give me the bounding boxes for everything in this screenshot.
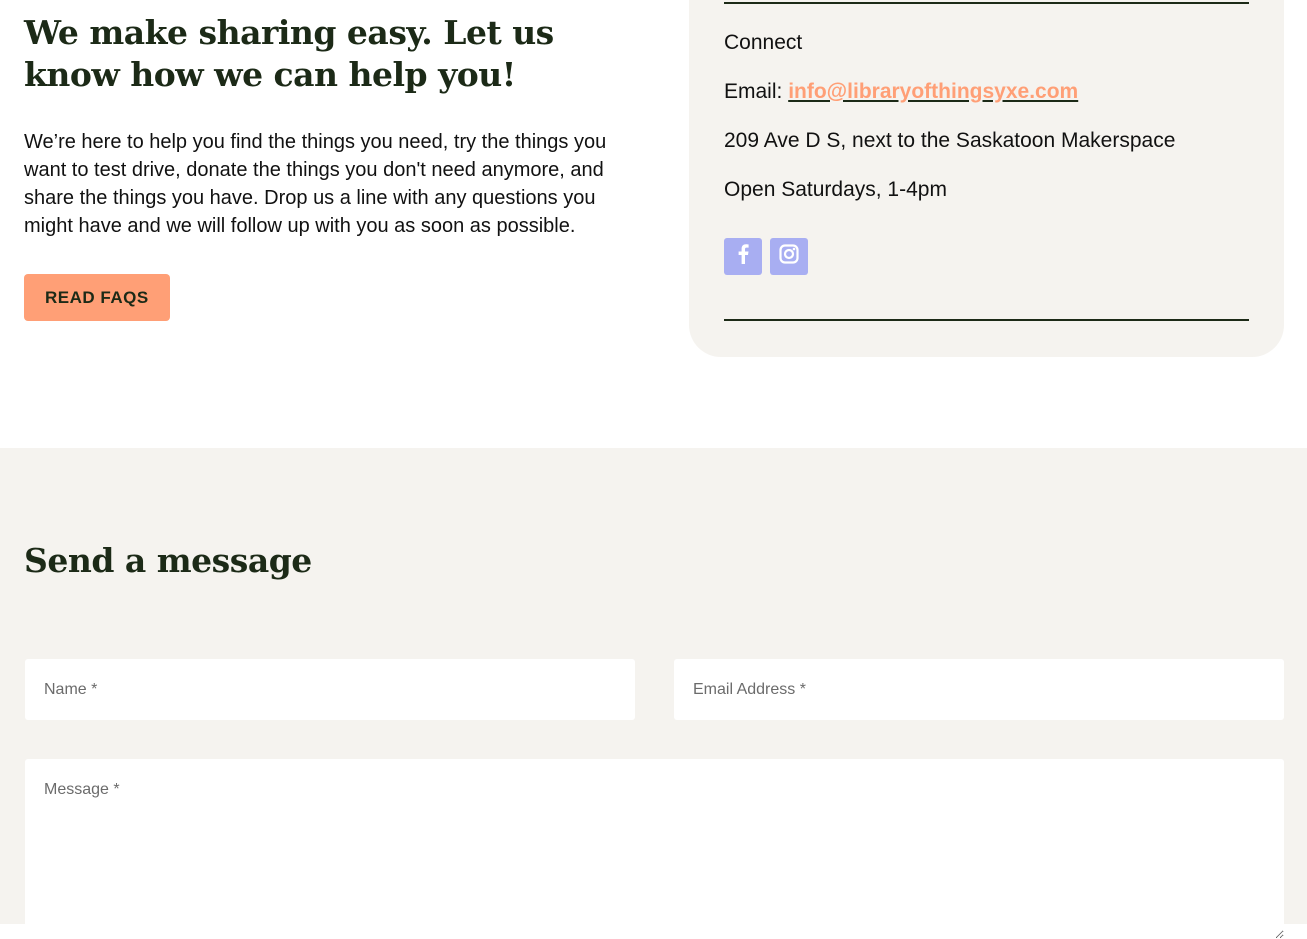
connect-info: Connect Email: info@libraryofthingsyxe.c… [724, 29, 1175, 225]
email-link[interactable]: info@libraryofthingsyxe.com [788, 80, 1078, 103]
facebook-icon [737, 244, 749, 269]
connect-card: Connect Email: info@libraryofthingsyxe.c… [689, 0, 1284, 357]
contact-intro-section: We make sharing easy. Let us know how we… [0, 0, 1307, 448]
facebook-button[interactable] [724, 238, 762, 275]
intro-body: We’re here to help you find the things y… [24, 131, 607, 237]
card-divider-bottom [724, 319, 1249, 321]
name-input[interactable] [25, 659, 635, 720]
form-title: Send a message [24, 541, 312, 580]
intro-title: We make sharing easy. Let us know how we… [24, 13, 554, 94]
address-text: 209 Ave D S, next to the Saskatoon Maker… [724, 129, 1176, 152]
read-faqs-button[interactable]: READ FAQS [24, 274, 170, 321]
connect-heading: Connect [724, 31, 803, 54]
email-prefix: Email: [724, 80, 789, 103]
social-links [724, 238, 808, 275]
message-textarea[interactable] [25, 759, 1284, 939]
hours-text: Open Saturdays, 1-4pm [724, 178, 947, 201]
instagram-button[interactable] [770, 238, 808, 275]
instagram-icon [779, 244, 799, 269]
message-form-section: Send a message [0, 448, 1307, 939]
card-divider-top [724, 2, 1249, 4]
email-line: Email: info@libraryofthingsyxe.com [724, 78, 1175, 127]
email-input[interactable] [674, 659, 1284, 720]
intro-block: We make sharing easy. Let us know how we… [24, 12, 624, 321]
